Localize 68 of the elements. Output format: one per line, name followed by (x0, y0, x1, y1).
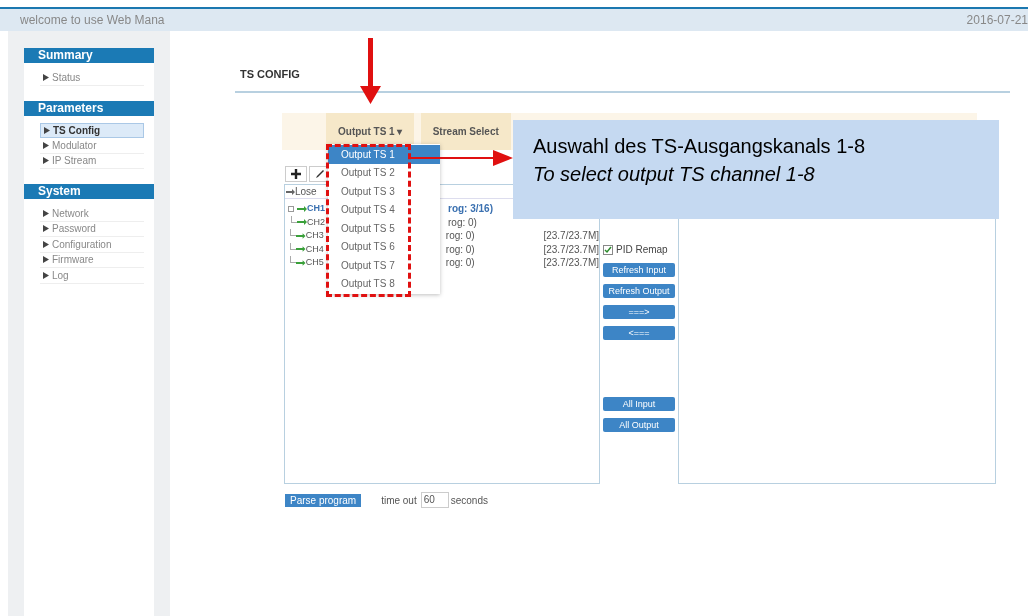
expand-icon[interactable] (288, 205, 294, 212)
section-header: System (24, 184, 154, 199)
page-title: TS CONFIG (240, 68, 300, 80)
action-button[interactable]: Refresh Input (603, 263, 675, 277)
sidebar-item[interactable]: Network (40, 206, 144, 222)
sidebar-item[interactable]: Modulator (40, 138, 144, 154)
plus-icon (291, 169, 301, 179)
sidebar-item-label: Configuration (52, 237, 112, 252)
channel-info: rog: 0) (448, 215, 478, 230)
sidebar-item-label: Status (52, 70, 81, 85)
action-button[interactable]: All Input (603, 397, 675, 411)
channel-name[interactable]: CH2 (307, 215, 327, 229)
header-date: 2016-07-21 (966, 12, 1028, 29)
channel-name[interactable]: CH3 (305, 229, 325, 243)
dropdown-option[interactable]: Output TS 3 (341, 183, 395, 199)
caret-icon: ▾ (396, 124, 402, 139)
channel-rate: [23.7/23.7M] (543, 229, 599, 244)
checkbox-label: PID Remap (616, 243, 668, 257)
sidebar-item[interactable]: IP Stream (40, 153, 144, 169)
dropdown-option[interactable]: Output TS 6 (341, 239, 395, 255)
action-button[interactable]: ===> (603, 305, 675, 319)
header-title: welcome to use Web Mana (20, 12, 165, 29)
dropdown-option[interactable]: Output TS 4 (341, 202, 395, 218)
sidebar-item-label: Modulator (52, 138, 97, 153)
channel-info: rog: 3/16) (448, 202, 494, 217)
callout-text: Auswahl des TS-Ausgangskanals 1-8 (533, 134, 867, 159)
sidebar-item-label: Network (52, 206, 89, 221)
dropdown-option[interactable]: Output TS 8 (341, 276, 395, 292)
channel-info: rog: 0) (445, 229, 476, 244)
triangle-icon (43, 73, 49, 81)
sidebar-item[interactable]: TS Config (40, 122, 144, 138)
channel-rate: [23.7/23.7M] (543, 242, 599, 257)
channel-info: rog: 0) (445, 256, 476, 271)
sidebar-item-label: Firmware (52, 253, 94, 268)
pencil-icon (315, 169, 325, 179)
arrow-icon (286, 188, 295, 195)
section-header: Parameters (24, 100, 154, 116)
timeout-label: time out (381, 493, 417, 508)
checkbox[interactable] (603, 244, 613, 255)
callout-text: To select output TS channel 1-8 (533, 162, 816, 187)
sidebar-item[interactable]: Configuration (40, 237, 144, 253)
sidebar-item-label: IP Stream (52, 154, 97, 169)
sidebar-item[interactable]: Password (40, 221, 144, 237)
sidebar-item-label: Log (52, 268, 69, 283)
dropdown-option[interactable]: Output TS 2 (341, 165, 395, 181)
tab[interactable]: Stream Select (420, 113, 511, 150)
dropdown-option[interactable]: Output TS 7 (341, 257, 395, 273)
channel-info: rog: 0) (445, 242, 476, 257)
timeout-field[interactable]: 60 (420, 492, 449, 508)
add-button[interactable] (285, 166, 307, 182)
channel-name[interactable]: CH4 (305, 242, 325, 256)
action-button[interactable]: Refresh Output (603, 284, 675, 298)
sidebar-item-label: Password (52, 222, 96, 237)
action-button[interactable]: All Output (603, 418, 675, 432)
seconds-label: seconds (450, 493, 488, 508)
down-arrow (360, 38, 381, 104)
sidebar-item[interactable]: Firmware (40, 252, 144, 268)
channel-name[interactable]: CH5 (305, 256, 325, 270)
sidebar-item[interactable]: Status (40, 70, 144, 86)
action-button[interactable]: <=== (603, 326, 675, 340)
parse-program-button[interactable]: Parse program (285, 493, 362, 507)
channel-name[interactable]: CH1 (307, 202, 327, 216)
tree-root: Lose (295, 185, 317, 199)
sidebar-item[interactable]: Log (40, 268, 144, 284)
channel-rate: [23.7/23.7M] (543, 256, 599, 271)
dropdown-option[interactable]: Output TS 5 (341, 220, 395, 236)
section-header: Summary (24, 48, 154, 63)
sidebar-item-label: TS Config (53, 123, 101, 138)
